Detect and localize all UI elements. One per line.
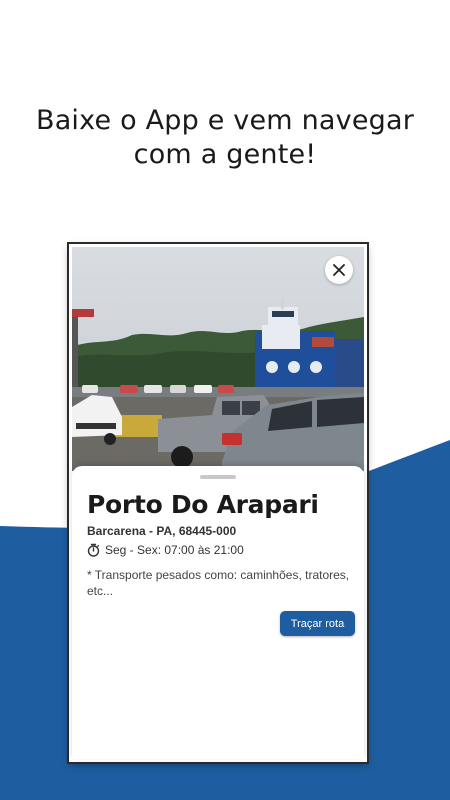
port-photo <box>72 247 364 471</box>
headline-line-2: com a gente! <box>133 139 317 170</box>
hours-text: Seg - Sex: 07:00 às 21:00 <box>105 543 244 557</box>
drag-handle[interactable] <box>200 475 236 479</box>
trace-route-button[interactable]: Traçar rota <box>280 611 355 636</box>
note-line-1: * Transporte pesados como: caminhões, tr… <box>87 568 350 582</box>
promo-headline: Baixe o App e vem navegar com a gente! <box>0 104 450 172</box>
stopwatch-icon <box>87 543 100 557</box>
close-button[interactable] <box>325 256 353 284</box>
place-hours: Seg - Sex: 07:00 às 21:00 <box>87 543 244 557</box>
close-icon <box>333 264 345 276</box>
place-details-sheet: Porto Do Arapari Barcarena - PA, 68445-0… <box>72 466 364 759</box>
place-title: Porto Do Arapari <box>87 490 319 519</box>
phone-screen: Porto Do Arapari Barcarena - PA, 68445-0… <box>69 244 367 762</box>
place-note: * Transporte pesados como: caminhões, tr… <box>87 567 355 599</box>
headline-line-1: Baixe o App e vem navegar <box>35 105 415 136</box>
place-address: Barcarena - PA, 68445-000 <box>87 524 237 538</box>
note-line-2: etc... <box>87 584 114 598</box>
